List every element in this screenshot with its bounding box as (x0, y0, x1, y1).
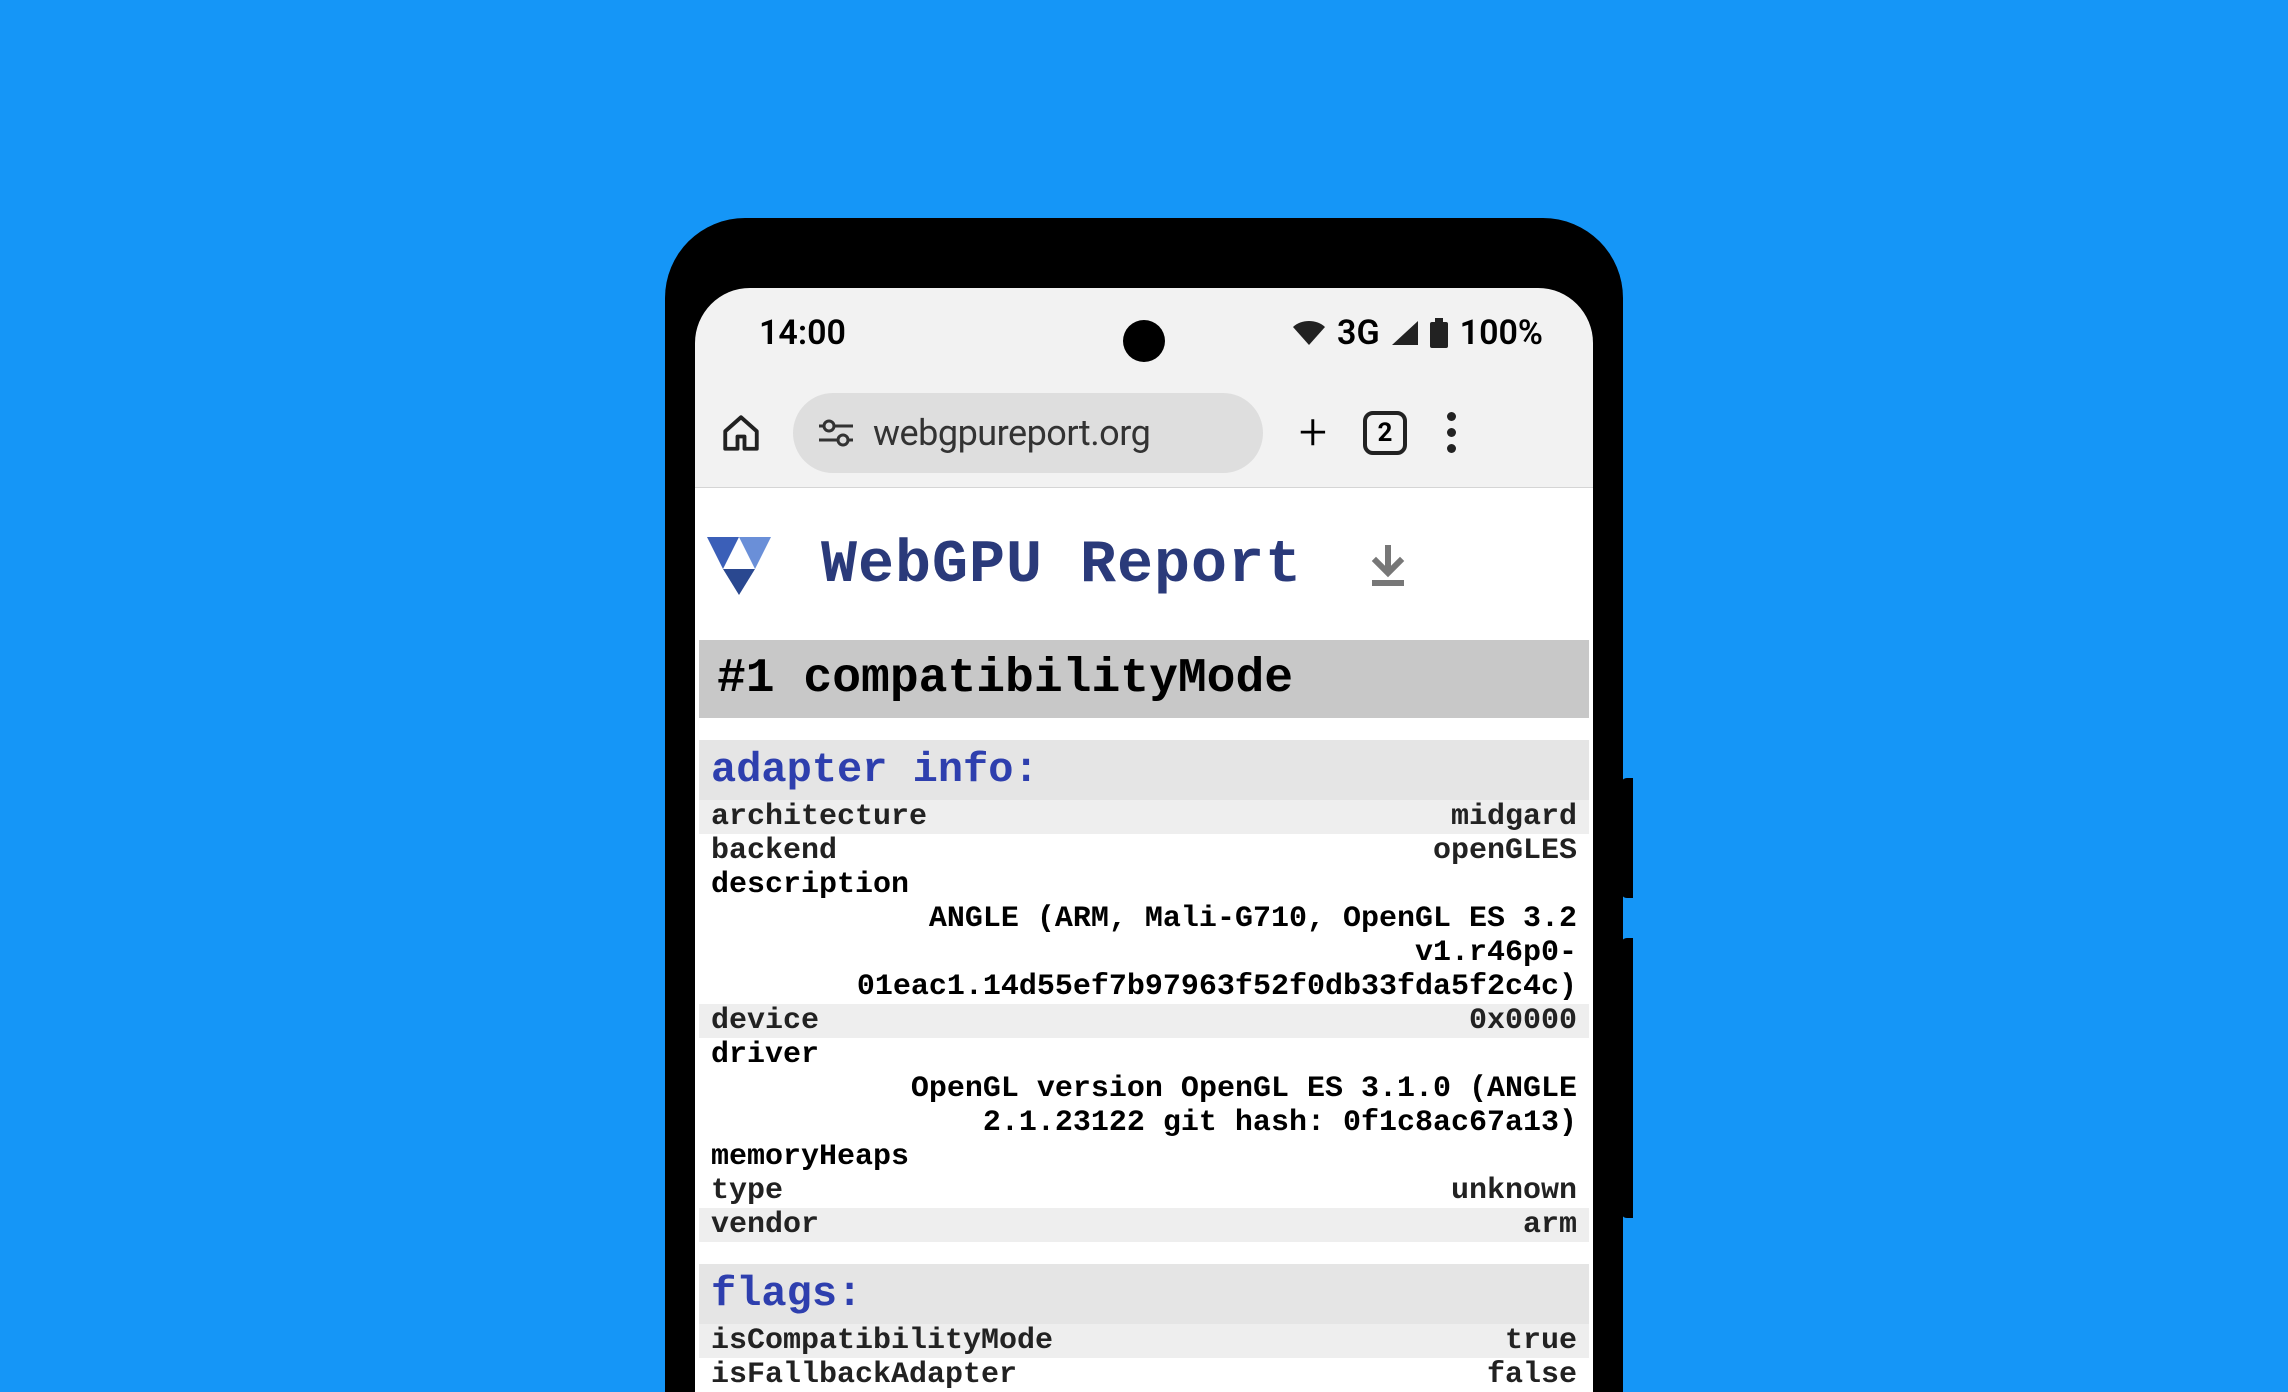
status-time: 14:00 (759, 313, 846, 353)
key-label: description (711, 868, 909, 902)
row-type: type unknown (699, 1174, 1589, 1208)
page-content: WebGPU Report #1 compatibilityMode adapt… (695, 488, 1593, 1392)
key-label: vendor (711, 1208, 819, 1242)
key-label: type (711, 1174, 783, 1208)
address-bar[interactable]: webgpureport.org (793, 393, 1263, 473)
key-label: isFallbackAdapter (711, 1358, 1017, 1392)
tab-switcher[interactable]: 2 (1363, 411, 1407, 455)
signal-icon (1392, 321, 1418, 345)
value-label: arm (1523, 1208, 1577, 1242)
row-isfallback: isFallbackAdapter false (699, 1358, 1589, 1392)
phone-screen: 14:00 3G 100% (695, 288, 1593, 1392)
tab-count-label: 2 (1378, 418, 1393, 448)
phone-volume-button (1621, 938, 1633, 1218)
key-label: memoryHeaps (711, 1140, 909, 1174)
browser-toolbar: webgpureport.org + 2 (695, 378, 1593, 488)
value-label: false (1487, 1358, 1577, 1392)
section-heading: #1 compatibilityMode (699, 640, 1589, 718)
flags-heading: flags: (699, 1264, 1589, 1324)
url-text: webgpureport.org (873, 412, 1150, 454)
tune-icon (819, 418, 853, 448)
adapter-info-heading: adapter info: (699, 740, 1589, 800)
row-driver-key: driver (699, 1038, 1589, 1072)
front-camera (1123, 320, 1165, 362)
page-header: WebGPU Report (699, 508, 1589, 640)
row-driver-value: OpenGL version OpenGL ES 3.1.0 (ANGLE 2.… (699, 1072, 1589, 1140)
value-label: unknown (1451, 1174, 1577, 1208)
row-description-key: description (699, 868, 1589, 902)
row-architecture: architecture midgard (699, 800, 1589, 834)
overflow-menu-button[interactable] (1435, 412, 1467, 453)
new-tab-button[interactable]: + (1291, 408, 1335, 458)
battery-icon (1430, 318, 1448, 348)
page-title: WebGPU Report (821, 532, 1302, 600)
key-label: isCompatibilityMode (711, 1324, 1053, 1358)
download-button[interactable] (1368, 545, 1408, 587)
webgpu-logo-icon (707, 537, 803, 595)
value-label: true (1505, 1324, 1577, 1358)
value-label: midgard (1451, 800, 1577, 834)
phone-side-button (1621, 778, 1633, 898)
key-label: architecture (711, 800, 927, 834)
row-iscompat: isCompatibilityMode true (699, 1324, 1589, 1358)
row-description-value: ANGLE (ARM, Mali-G710, OpenGL ES 3.2 v1.… (699, 902, 1589, 1004)
row-backend: backend openGLES (699, 834, 1589, 868)
value-label: 0x0000 (1469, 1004, 1577, 1038)
row-memoryheaps: memoryHeaps (699, 1140, 1589, 1174)
key-label: driver (711, 1038, 819, 1072)
key-label: backend (711, 834, 837, 868)
phone-frame: 14:00 3G 100% (665, 218, 1623, 1392)
row-device: device 0x0000 (699, 1004, 1589, 1038)
wifi-icon (1293, 321, 1325, 345)
value-label: openGLES (1433, 834, 1577, 868)
network-label: 3G (1337, 313, 1380, 353)
key-label: device (711, 1004, 819, 1038)
battery-percent: 100% (1460, 313, 1543, 353)
row-vendor: vendor arm (699, 1208, 1589, 1242)
home-button[interactable] (717, 409, 765, 457)
